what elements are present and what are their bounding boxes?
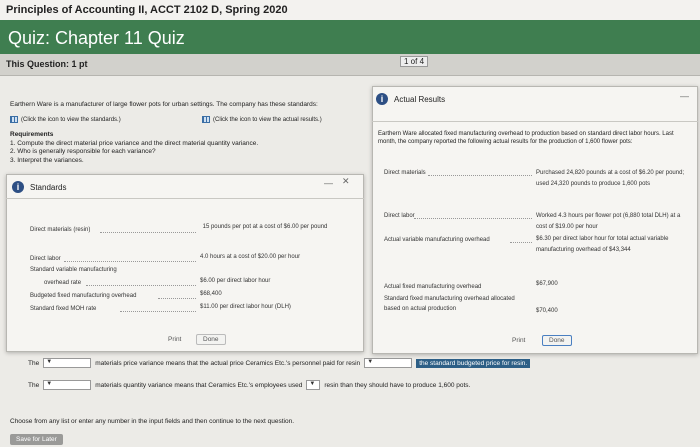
actual-results-title: i Actual Results — [376, 93, 445, 105]
info-icon: i — [12, 181, 24, 193]
standards-title: i Standards — [12, 181, 66, 193]
minimize-icon[interactable]: — — [324, 178, 333, 188]
std-label-labor: Direct labor — [30, 256, 61, 262]
question-points: This Question: 1 pt — [6, 59, 88, 69]
divider — [372, 121, 698, 122]
actual-print-button[interactable]: Print — [506, 336, 531, 345]
close-icon[interactable]: ✕ — [342, 176, 350, 187]
standards-done-button[interactable]: Done — [196, 334, 226, 345]
question-bar: This Question: 1 pt 1 of 4 — [0, 54, 700, 76]
requirements: Requirements 1. Compute the direct mater… — [10, 131, 259, 164]
question-text: Earthern Ware is a manufacturer of large… — [10, 101, 318, 108]
act-value-var-moh: $6.30 per direct labor hour for total ac… — [536, 236, 669, 253]
price-comparison-dropdown[interactable] — [364, 358, 413, 368]
info-icon: i — [376, 93, 388, 105]
standards-print-button[interactable]: Print — [162, 335, 187, 344]
standards-link[interactable]: (Click the icon to view the standards.) — [10, 116, 121, 123]
act-value-materials: Purchased 24,820 pounds at a cost of $6.… — [536, 170, 685, 187]
quantity-comparison-dropdown[interactable] — [306, 380, 321, 390]
leader-dots — [510, 242, 532, 243]
std-value-fixed-rate: $11.00 per direct labor hour (DLH) — [200, 304, 291, 310]
leader-dots — [414, 218, 532, 219]
act-label-labor: Direct labor — [384, 213, 415, 219]
answer-row-price: The materials price variance means that … — [28, 358, 531, 368]
price-variance-dropdown[interactable] — [43, 358, 92, 368]
std-value-budget-fixed: $68,400 — [200, 291, 222, 297]
question-position[interactable]: 1 of 4 — [400, 56, 429, 67]
leader-dots — [100, 232, 196, 233]
std-label-var-rate: overhead rate — [44, 280, 82, 286]
course-title: Principles of Accounting II, ACCT 2102 D… — [0, 0, 700, 20]
quantity-variance-dropdown[interactable] — [43, 380, 92, 390]
divider — [6, 198, 364, 199]
standards-dialog — [6, 174, 364, 352]
act-label-std-fixed: Standard fixed manufacturing overhead al… — [384, 296, 515, 312]
actual-intro: Earthern Ware allocated fixed manufactur… — [378, 131, 674, 145]
std-label-fixed-rate: Standard fixed MOH rate — [30, 306, 97, 312]
minimize-icon[interactable]: — — [680, 91, 689, 101]
std-label-budget-fixed: Budgeted fixed manufacturing overhead — [30, 293, 137, 299]
leader-dots — [64, 261, 196, 262]
act-value-std-fixed: $70,400 — [536, 308, 558, 314]
std-value-materials: 15 pounds per pot at a cost of $6.00 per… — [202, 224, 328, 230]
act-label-fixed-moh: Actual fixed manufacturing overhead — [384, 284, 482, 290]
act-value-labor: Worked 4.3 hours per flower pot (6,880 t… — [536, 213, 681, 230]
table-icon[interactable] — [202, 116, 210, 123]
actual-done-button[interactable]: Done — [542, 335, 572, 346]
leader-dots — [428, 175, 532, 176]
actual-results-link[interactable]: (Click the icon to view the actual resul… — [202, 116, 322, 123]
std-label-var-moh: Standard variable manufacturing — [30, 267, 117, 273]
leader-dots — [86, 285, 196, 286]
std-label-materials: Direct materials (resin) — [30, 227, 91, 233]
std-value-var-rate: $6.00 per direct labor hour — [200, 278, 271, 284]
act-value-fixed-moh: $67,900 — [536, 281, 558, 287]
std-value-labor: 4.0 hours at a cost of $20.00 per hour — [200, 254, 301, 260]
act-label-materials: Direct materials — [384, 170, 426, 176]
answer-row-quantity: The materials quantity variance means th… — [28, 380, 470, 390]
act-label-var-moh: Actual variable manufacturing overhead — [384, 237, 490, 243]
quiz-title: Quiz: Chapter 11 Quiz — [0, 20, 700, 54]
table-icon[interactable] — [10, 116, 18, 123]
save-for-later-button[interactable]: Save for Later — [10, 434, 63, 445]
leader-dots — [158, 298, 196, 299]
leader-dots — [120, 311, 196, 312]
instructions: Choose from any list or enter any number… — [10, 418, 295, 425]
